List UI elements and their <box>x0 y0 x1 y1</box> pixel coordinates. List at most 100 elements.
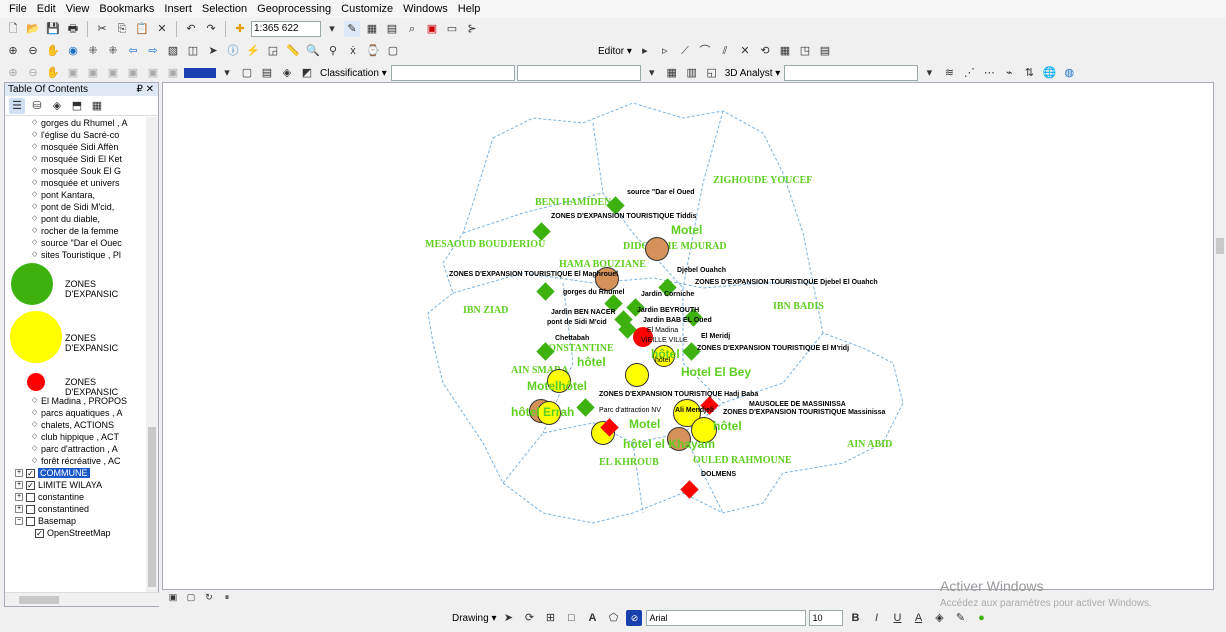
color-swatch[interactable] <box>184 68 216 78</box>
options-icon[interactable]: ▦ <box>89 98 105 114</box>
xy-icon[interactable]: ẋ <box>345 43 361 59</box>
add-data-icon[interactable]: ✚ <box>232 21 248 37</box>
chart-icon[interactable]: ▥ <box>684 65 700 81</box>
split-icon[interactable]: ✕ <box>737 43 753 59</box>
hyperlink-icon[interactable]: ⚡ <box>245 43 261 59</box>
edit-annotation-icon[interactable]: ▹ <box>657 43 673 59</box>
toc-item[interactable]: sites Touristique , Pl <box>5 249 147 261</box>
font-icon[interactable]: ⊘ <box>626 610 643 626</box>
data-view-icon[interactable]: ▢ <box>185 591 197 603</box>
raster-icon[interactable]: ◱ <box>704 65 720 81</box>
steepest-path-icon[interactable]: ⋰ <box>961 65 977 81</box>
toc-horizontal-scrollbar[interactable] <box>5 592 160 606</box>
toc-item[interactable]: pont du diable, <box>5 213 147 225</box>
time-slider-icon[interactable]: ⌚ <box>365 43 381 59</box>
cut-icon[interactable]: ✂ <box>94 21 110 37</box>
toc-item[interactable]: rocher de la femme <box>5 225 147 237</box>
map-view[interactable]: ZIGHOUDE YOUCEF BENI HAMIDEN MESAOUD BOU… <box>162 82 1214 590</box>
drawing-menu[interactable]: Drawing ▾ <box>452 613 496 624</box>
classification-combo[interactable] <box>390 65 515 81</box>
menu-selection[interactable]: Selection <box>197 3 252 15</box>
toc-item[interactable]: chalets, ACTIONS <box>5 419 147 431</box>
toc-item[interactable]: parcs aquatiques , A <box>5 407 147 419</box>
straight-segment-icon[interactable]: ⟋ <box>677 43 693 59</box>
list-by-source-icon[interactable]: ⛁ <box>29 98 45 114</box>
menu-help[interactable]: Help <box>453 3 486 15</box>
menu-windows[interactable]: Windows <box>398 3 453 15</box>
arctoolbox-icon[interactable]: ▣ <box>424 21 440 37</box>
edit-vertices-icon[interactable]: ⬠ <box>605 610 621 626</box>
rectangle-icon[interactable]: □ <box>563 610 579 626</box>
expand-icon[interactable]: + <box>15 469 23 477</box>
layer-basemap[interactable]: − Basemap <box>5 515 147 527</box>
create-features-icon[interactable]: ▤ <box>817 43 833 59</box>
map-canvas[interactable] <box>163 83 1215 591</box>
font-color-icon[interactable]: A <box>910 610 926 626</box>
layer-constantine[interactable]: + constantine <box>5 491 147 503</box>
full-extent-icon[interactable]: ◉ <box>65 43 81 59</box>
layer-constantined[interactable]: + constantined <box>5 503 147 515</box>
map-vertical-scrollbar[interactable] <box>1214 82 1226 590</box>
toc-vertical-scrollbar[interactable] <box>146 117 158 592</box>
new-icon[interactable]: 🗋 <box>5 21 21 37</box>
chevron-down-icon[interactable]: ▾ <box>921 65 937 81</box>
scroll-thumb[interactable] <box>148 427 156 587</box>
layer-commune[interactable]: + ✓ COMMUNE <box>5 467 147 479</box>
scroll-thumb[interactable] <box>1216 238 1224 254</box>
layer-checkbox[interactable] <box>26 504 35 514</box>
toc-item[interactable]: mosquée Sidi Affèn <box>5 141 147 153</box>
menu-edit[interactable]: Edit <box>32 3 61 15</box>
layer-checkbox[interactable] <box>26 516 35 526</box>
clear-selection-icon[interactable]: ◫ <box>185 43 201 59</box>
layer-checkbox[interactable] <box>26 492 35 502</box>
expand-icon[interactable]: + <box>15 505 23 513</box>
model-builder-icon[interactable]: ⊱ <box>464 21 480 37</box>
toc-item[interactable]: pont de Sidi M'cid, <box>5 201 147 213</box>
layer-label[interactable]: Basemap <box>38 516 76 526</box>
list-by-drawing-order-icon[interactable]: ☰ <box>9 97 25 114</box>
layer-openstreetmap[interactable]: ✓ OpenStreetMap <box>5 527 147 539</box>
3d-layer-combo[interactable] <box>784 65 919 81</box>
open-icon[interactable]: 📂 <box>25 21 41 37</box>
toc-item[interactable]: source "Dar el Ouec <box>5 237 147 249</box>
layer-checkbox[interactable]: ✓ <box>26 468 35 478</box>
paste-icon[interactable]: 📋 <box>134 21 150 37</box>
toc-item[interactable]: mosquée Sidi El Ket <box>5 153 147 165</box>
fixed-zoom-out-icon[interactable]: ⁜ <box>105 43 121 59</box>
chevron-down-icon[interactable]: ▾ <box>219 65 235 81</box>
font-size-combo[interactable]: 10 <box>809 610 844 626</box>
layout-view-icon[interactable]: ▣ <box>167 591 179 603</box>
collapse-icon[interactable]: − <box>15 517 23 525</box>
menu-geoprocessing[interactable]: Geoprocessing <box>252 3 336 15</box>
motel-marker[interactable] <box>645 237 669 261</box>
toc-pin-close[interactable]: ₽ ✕ <box>136 83 154 96</box>
copy-icon[interactable]: ⎘ <box>114 21 130 37</box>
layer-limite-wilaya[interactable]: + ✓ LIMITE WILAYA <box>5 479 147 491</box>
zoom-out-icon[interactable]: ⊖ <box>25 43 41 59</box>
endpoint-arc-icon[interactable]: ⌒ <box>697 43 713 59</box>
rotate-icon[interactable]: ⟲ <box>757 43 773 59</box>
editor-toolbar-icon[interactable]: ✎ <box>344 21 360 37</box>
underline-icon[interactable]: U <box>889 610 905 626</box>
rotate-icon[interactable]: ⟳ <box>521 610 537 626</box>
route-icon[interactable]: ⚲ <box>325 43 341 59</box>
menu-customize[interactable]: Customize <box>336 3 398 15</box>
grid-icon[interactable]: ▦ <box>664 65 680 81</box>
expand-icon[interactable]: + <box>15 493 23 501</box>
menu-view[interactable]: View <box>61 3 95 15</box>
html-popup-icon[interactable]: ◲ <box>265 43 281 59</box>
toc-item[interactable]: El Madina , PROPOS <box>5 395 147 407</box>
profile-icon[interactable]: ⌁ <box>1001 65 1017 81</box>
select-elements-icon[interactable]: ➤ <box>500 610 516 626</box>
menu-insert[interactable]: Insert <box>159 3 197 15</box>
delete-icon[interactable]: ✕ <box>154 21 170 37</box>
zoom-in-icon[interactable]: ⊕ <box>5 43 21 59</box>
layer-combo[interactable] <box>516 65 641 81</box>
attributes-icon[interactable]: ▦ <box>777 43 793 59</box>
line-color-icon[interactable]: ✎ <box>952 610 968 626</box>
catalog-icon[interactable]: ▤ <box>384 21 400 37</box>
globe-icon[interactable]: 🌐 <box>1041 65 1057 81</box>
forward-icon[interactable]: ⇨ <box>145 43 161 59</box>
contour-icon[interactable]: ≋ <box>941 65 957 81</box>
back-icon[interactable]: ⇦ <box>125 43 141 59</box>
